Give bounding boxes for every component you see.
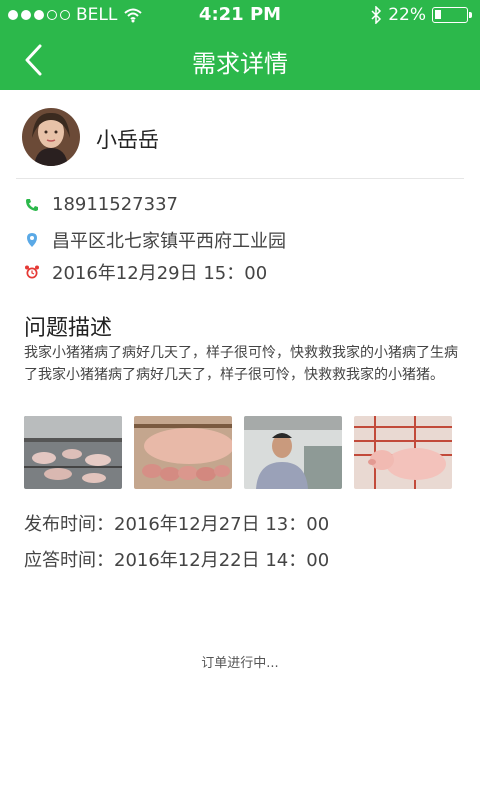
order-status: 订单进行中...	[201, 656, 279, 671]
answer-time: 应答时间：2016年12月22日 14：00	[24, 550, 330, 571]
phone-icon	[26, 198, 38, 211]
photo-piglets-nursing[interactable]	[134, 416, 232, 489]
page-title: 需求详情	[192, 50, 288, 78]
app: BELL 4:21 PM 22% 需求详情 小岳岳 18911527337 昌平…	[0, 0, 480, 800]
nav-bar: 需求详情	[0, 30, 480, 90]
avatar[interactable]	[22, 108, 80, 166]
photo-farmer[interactable]	[244, 416, 342, 489]
status-bar: BELL 4:21 PM 22%	[0, 0, 480, 30]
user-name: 小岳岳	[96, 128, 159, 152]
address-row: 昌平区北七家镇平西府工业园	[24, 227, 286, 253]
header: BELL 4:21 PM 22% 需求详情	[0, 0, 480, 90]
photo-gallery	[24, 416, 452, 489]
battery-fill	[435, 10, 441, 19]
battery-percent: 22%	[388, 5, 426, 25]
problem-title: 问题描述	[24, 316, 113, 341]
alarm-clock-icon	[25, 265, 39, 279]
location-pin-icon	[27, 233, 37, 247]
appointment-row: 2016年12月29日 15：00	[24, 259, 267, 285]
address-text: 昌平区北七家镇平西府工业园	[52, 231, 286, 252]
appointment-time: 2016年12月29日 15：00	[52, 263, 268, 284]
bluetooth-icon	[371, 6, 382, 24]
phone-row[interactable]: 18911527337	[24, 194, 178, 215]
photo-pink-pig[interactable]	[354, 416, 452, 489]
battery-icon	[432, 7, 472, 23]
problem-description: 我家小猪猪病了病好几天了，样子很可怜，快救救我家的小猪病了生病了我家小猪猪病了病…	[24, 345, 458, 383]
status-right: 22%	[370, 5, 472, 25]
photo-pig-farm[interactable]	[24, 416, 122, 489]
phone-number[interactable]: 18911527337	[52, 194, 178, 215]
divider	[16, 178, 464, 179]
publish-time: 发布时间：2016年12月27日 13：00	[24, 514, 330, 535]
profile-header: 小岳岳	[0, 90, 480, 180]
